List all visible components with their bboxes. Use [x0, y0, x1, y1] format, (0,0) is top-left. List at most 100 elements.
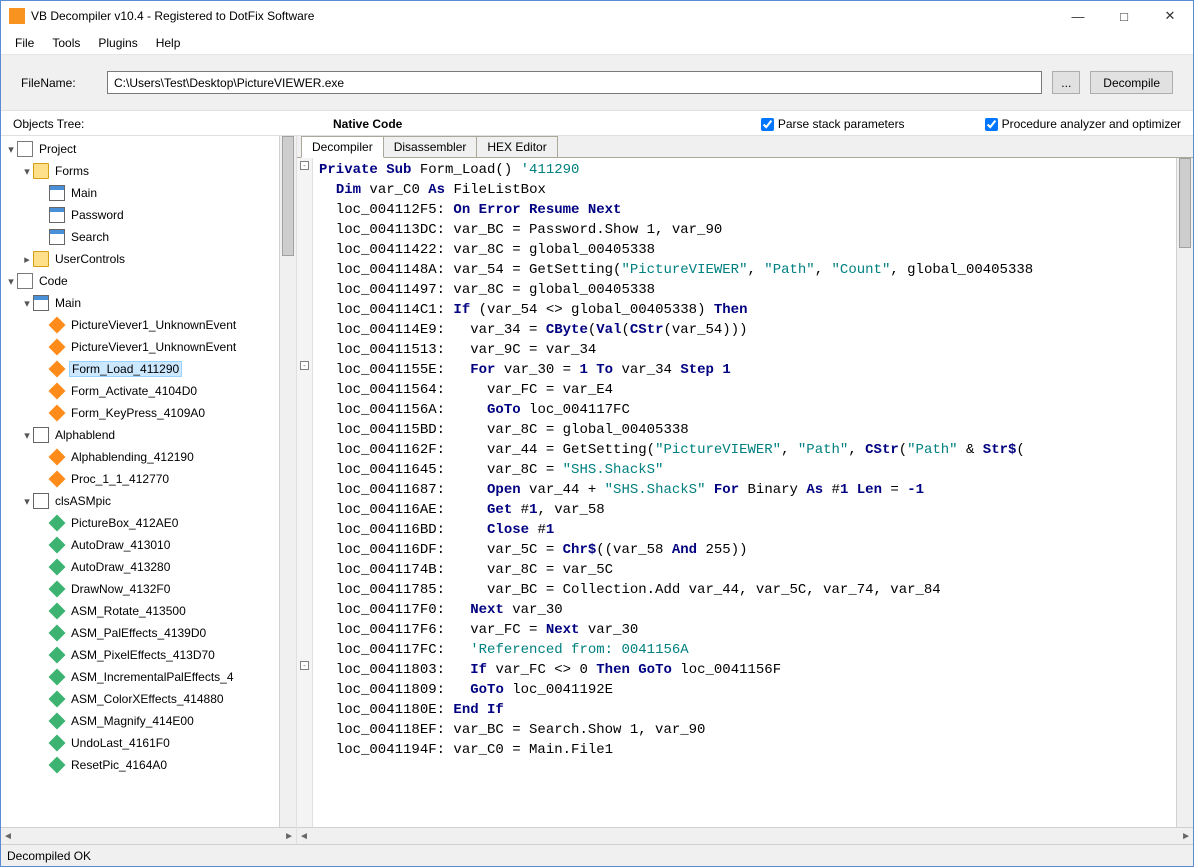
tree-proc-item[interactable]: PictureBox_412AE0: [1, 512, 296, 534]
tree-form-item[interactable]: Search: [1, 226, 296, 248]
expander-icon[interactable]: ▾: [5, 143, 17, 156]
proc-icon: [49, 339, 66, 356]
tree-proc-item[interactable]: ASM_ColorXEffects_414880: [1, 688, 296, 710]
tree-vscrollbar[interactable]: [279, 136, 296, 827]
class-icon: [33, 493, 49, 509]
proc-green-icon: [49, 713, 66, 730]
expander-icon[interactable]: ▾: [21, 165, 33, 178]
tree-label: PictureBox_412AE0: [69, 516, 180, 530]
close-button[interactable]: ✕: [1147, 1, 1193, 31]
folder-icon: [33, 251, 49, 267]
maximize-button[interactable]: □: [1101, 1, 1147, 31]
tree-clsasmpic[interactable]: ▾clsASMpic: [1, 490, 296, 512]
tree-proc-item[interactable]: DrawNow_4132F0: [1, 578, 296, 600]
fold-icon[interactable]: -: [300, 661, 309, 670]
tree-main[interactable]: ▾Main: [1, 292, 296, 314]
proc-green-icon: [49, 735, 66, 752]
proc-green-icon: [49, 669, 66, 686]
proc-green-icon: [49, 647, 66, 664]
menu-plugins[interactable]: Plugins: [90, 34, 145, 52]
tree-proc-item[interactable]: Form_Load_411290: [1, 358, 296, 380]
tree-proc-item[interactable]: PictureViever1_UnknownEvent: [1, 336, 296, 358]
tree-form-item[interactable]: Password: [1, 204, 296, 226]
tree-proc-item[interactable]: AutoDraw_413280: [1, 556, 296, 578]
proc-green-icon: [49, 581, 66, 598]
tree-label: AutoDraw_413010: [69, 538, 172, 552]
tree-code[interactable]: ▾Code: [1, 270, 296, 292]
tree-project[interactable]: ▾ Project: [1, 138, 296, 160]
expander-icon[interactable]: ▾: [5, 275, 17, 288]
tab-hex-editor[interactable]: HEX Editor: [476, 136, 557, 157]
parse-stack-checkbox[interactable]: Parse stack parameters: [761, 117, 905, 131]
tree-label: AutoDraw_413280: [69, 560, 172, 574]
tree-label: ASM_IncrementalPalEffects_4: [69, 670, 236, 684]
titlebar: VB Decompiler v10.4 - Registered to DotF…: [1, 1, 1193, 31]
menu-tools[interactable]: Tools: [44, 34, 88, 52]
tree-proc-item[interactable]: PictureViever1_UnknownEvent: [1, 314, 296, 336]
box-icon: [17, 273, 33, 289]
filename-input[interactable]: [107, 71, 1042, 94]
tree-label: DrawNow_4132F0: [69, 582, 172, 596]
tree-label: PictureViever1_UnknownEvent: [69, 340, 238, 354]
proc-analyzer-checkbox[interactable]: Procedure analyzer and optimizer: [985, 117, 1181, 131]
code-hscrollbar[interactable]: ◄►: [297, 827, 1193, 844]
browse-button[interactable]: ...: [1052, 71, 1080, 94]
tree-proc-item[interactable]: Proc_1_1_412770: [1, 468, 296, 490]
tree-proc-item[interactable]: AutoDraw_413010: [1, 534, 296, 556]
mid-header: Objects Tree: Native Code Parse stack pa…: [1, 111, 1193, 136]
tree-proc-item[interactable]: ASM_Magnify_414E00: [1, 710, 296, 732]
tree-proc-item[interactable]: ASM_IncrementalPalEffects_4: [1, 666, 296, 688]
minimize-button[interactable]: ―: [1055, 1, 1101, 31]
parse-stack-input[interactable]: [761, 118, 774, 131]
tree-label: Password: [69, 208, 126, 222]
tree-proc-item[interactable]: Alphablending_412190: [1, 446, 296, 468]
tree-proc-item[interactable]: UndoLast_4161F0: [1, 732, 296, 754]
decompile-button[interactable]: Decompile: [1090, 71, 1173, 94]
tree-proc-item[interactable]: Form_Activate_4104D0: [1, 380, 296, 402]
expander-icon[interactable]: ▾: [21, 495, 33, 508]
expander-icon[interactable]: ▾: [21, 297, 33, 310]
proc-icon: [49, 361, 66, 378]
tree-usercontrols[interactable]: ▸UserControls: [1, 248, 296, 270]
tree-proc-item[interactable]: ResetPic_4164A0: [1, 754, 296, 776]
tab-disassembler[interactable]: Disassembler: [383, 136, 478, 157]
tree-label: Alphablending_412190: [69, 450, 196, 464]
tree-label: ASM_Magnify_414E00: [69, 714, 196, 728]
proc-icon: [49, 449, 66, 466]
fold-icon[interactable]: -: [300, 361, 309, 370]
tab-decompiler[interactable]: Decompiler: [301, 136, 384, 158]
fold-icon[interactable]: -: [300, 161, 309, 170]
tree-hscrollbar[interactable]: ◄►: [1, 827, 296, 844]
tree-proc-item[interactable]: ASM_PixelEffects_413D70: [1, 644, 296, 666]
proc-analyzer-input[interactable]: [985, 118, 998, 131]
tree-scroll[interactable]: ▾ Project ▾ Forms Main Password Search▸UserCon…: [1, 136, 296, 827]
proc-green-icon: [49, 691, 66, 708]
menu-file[interactable]: File: [7, 34, 42, 52]
tree-label: Form_KeyPress_4109A0: [69, 406, 207, 420]
tree: ▾ Project ▾ Forms Main Password Search▸UserCon…: [1, 136, 296, 778]
menu-help[interactable]: Help: [148, 34, 189, 52]
tree-label: Forms: [53, 164, 91, 178]
code-vscrollbar[interactable]: [1176, 158, 1193, 827]
folder-icon: [33, 163, 49, 179]
expander-icon[interactable]: ▸: [21, 253, 33, 266]
tree-proc-item[interactable]: ASM_PalEffects_4139D0: [1, 622, 296, 644]
proc-icon: [49, 405, 66, 422]
tree-forms[interactable]: ▾ Forms: [1, 160, 296, 182]
proc-green-icon: [49, 559, 66, 576]
expander-icon[interactable]: ▾: [21, 429, 33, 442]
tree-alphablend[interactable]: ▾Alphablend: [1, 424, 296, 446]
main-split: ▾ Project ▾ Forms Main Password Search▸UserCon…: [1, 136, 1193, 844]
proc-analyzer-label: Procedure analyzer and optimizer: [1002, 117, 1181, 131]
tree-proc-item[interactable]: ASM_Rotate_413500: [1, 600, 296, 622]
tree-proc-item[interactable]: Form_KeyPress_4109A0: [1, 402, 296, 424]
tree-label: UndoLast_4161F0: [69, 736, 172, 750]
tree-form-item[interactable]: Main: [1, 182, 296, 204]
statusbar: Decompiled OK: [1, 844, 1193, 866]
tree-label: Project: [37, 142, 78, 156]
module-icon: [33, 427, 49, 443]
tree-label: Form_Load_411290: [69, 361, 182, 377]
tree-label: ResetPic_4164A0: [69, 758, 169, 772]
app-icon: [9, 8, 25, 24]
code-text[interactable]: Private Sub Form_Load() '411290 Dim var_…: [313, 158, 1176, 827]
